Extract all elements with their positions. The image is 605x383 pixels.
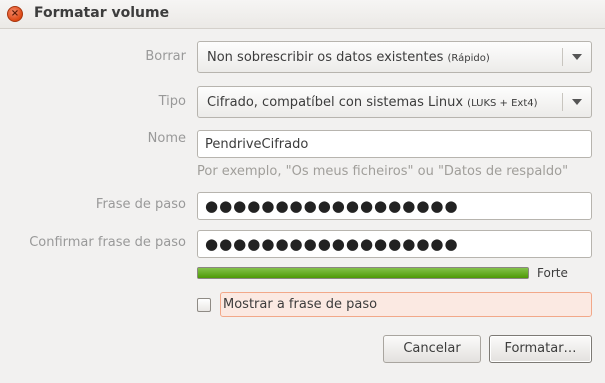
type-combo[interactable]: Cifrado, compatíbel con sistemas Linux (… bbox=[197, 86, 592, 118]
format-button[interactable]: Formatar… bbox=[489, 335, 592, 363]
name-field[interactable] bbox=[197, 130, 592, 158]
erase-value: Non sobrescribir os datos existentes (Rá… bbox=[207, 50, 490, 65]
name-hint: Por exemplo, "Os meus ficheiros" ou "Dat… bbox=[197, 164, 569, 179]
chevron-down-icon bbox=[572, 54, 582, 60]
title-bar: × Formatar volume bbox=[0, 0, 605, 29]
type-value: Cifrado, compatíbel con sistemas Linux (… bbox=[207, 95, 538, 110]
passphrase-dots: ●●●●●●●●●●●●●●●●●● bbox=[205, 197, 459, 215]
show-passphrase-label[interactable]: Mostrar a frase de paso bbox=[220, 292, 592, 317]
close-icon[interactable]: × bbox=[7, 6, 23, 22]
strength-label: Forte bbox=[537, 266, 568, 280]
confirm-passphrase-dots: ●●●●●●●●●●●●●●●●●● bbox=[205, 235, 459, 253]
name-label: Nome bbox=[147, 131, 186, 146]
erase-label: Borrar bbox=[145, 49, 186, 64]
type-value-text: Cifrado, compatíbel con sistemas Linux bbox=[207, 95, 464, 110]
type-value-note: (LUKS + Ext4) bbox=[467, 98, 538, 109]
erase-value-note: (Rápido) bbox=[447, 53, 490, 64]
passphrase-label: Frase de paso bbox=[95, 197, 186, 212]
combo-separator bbox=[562, 48, 563, 66]
cancel-button[interactable]: Cancelar bbox=[383, 335, 481, 363]
combo-separator bbox=[562, 93, 563, 111]
chevron-down-icon bbox=[572, 99, 582, 105]
type-label: Tipo bbox=[158, 94, 186, 109]
strength-meter bbox=[197, 267, 529, 279]
erase-combo[interactable]: Non sobrescribir os datos existentes (Rá… bbox=[197, 41, 592, 73]
strength-fill bbox=[198, 268, 528, 278]
confirm-passphrase-label: Confirmar frase de paso bbox=[29, 235, 186, 250]
window-title: Formatar volume bbox=[34, 5, 170, 21]
erase-value-text: Non sobrescribir os datos existentes bbox=[207, 50, 444, 65]
show-passphrase-checkbox[interactable] bbox=[197, 298, 211, 312]
